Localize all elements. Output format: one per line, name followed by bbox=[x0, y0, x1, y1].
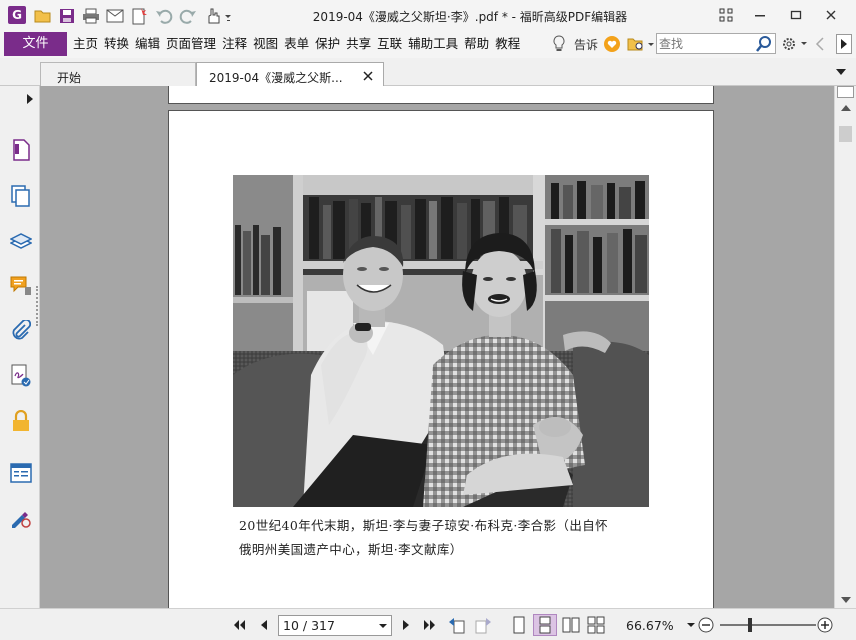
historical-photo bbox=[233, 175, 649, 507]
zoom-slider-thumb[interactable] bbox=[748, 618, 752, 632]
ribbon-forward-icon[interactable] bbox=[836, 34, 852, 54]
menu-view[interactable]: 视图 bbox=[250, 32, 281, 56]
tab-start-label: 开始 bbox=[57, 71, 82, 85]
title-bar: G 2019-04《漫威之父斯坦·李》.pdf * - 福昕高级PDF编辑器 bbox=[0, 0, 856, 32]
continuous-view-icon[interactable] bbox=[533, 614, 557, 636]
document-view[interactable]: 20世纪40年代末期，斯坦·李与妻子琼安·布科克·李合影（出自怀 俄明州美国遗产… bbox=[40, 86, 834, 608]
page-dropdown-icon[interactable] bbox=[379, 623, 387, 629]
single-page-view-icon[interactable] bbox=[510, 616, 528, 634]
caption-line-1: 20世纪40年代末期，斯坦·李与妻子琼安·布科克·李合影（出自怀 bbox=[239, 518, 609, 533]
page-thumbnails-icon[interactable] bbox=[9, 184, 33, 208]
tab-strip: 开始 2019-04《漫威之父斯... bbox=[0, 58, 856, 87]
menu-accessibility[interactable]: 辅助工具 bbox=[405, 32, 461, 56]
vertical-scrollbar[interactable] bbox=[834, 86, 856, 608]
menu-convert[interactable]: 转换 bbox=[101, 32, 132, 56]
menu-edit[interactable]: 编辑 bbox=[132, 32, 163, 56]
menu-items: 主页 转换 编辑 页面管理 注释 视图 表单 保护 共享 互联 辅助工具 帮助 … bbox=[70, 32, 523, 56]
zoom-slider[interactable] bbox=[720, 624, 816, 626]
menu-protect[interactable]: 保护 bbox=[312, 32, 343, 56]
caption-line-2: 俄明州美国遗产中心，斯坦·李文献库） bbox=[239, 542, 463, 557]
menu-organize[interactable]: 页面管理 bbox=[163, 32, 219, 56]
maximize-icon[interactable] bbox=[786, 5, 806, 25]
scroll-up-icon[interactable] bbox=[841, 104, 851, 112]
tab-close-icon[interactable] bbox=[363, 71, 373, 81]
last-page-icon[interactable] bbox=[421, 616, 439, 634]
feedback-heart-icon[interactable] bbox=[603, 35, 621, 53]
search-input[interactable] bbox=[659, 35, 755, 52]
tab-document[interactable]: 2019-04《漫威之父斯... bbox=[196, 62, 384, 87]
status-bar: 10 / 317 66.67% bbox=[0, 608, 856, 640]
minimize-icon[interactable] bbox=[750, 5, 770, 25]
facing-view-icon[interactable] bbox=[562, 616, 580, 634]
tab-document-label: 2019-04《漫威之父斯... bbox=[209, 71, 343, 85]
hand-tool-dropdown[interactable] bbox=[204, 7, 236, 25]
email-icon[interactable] bbox=[106, 7, 124, 25]
security-lock-icon[interactable] bbox=[9, 409, 33, 433]
pdf-page[interactable]: 20世纪40年代末期，斯坦·李与妻子琼安·布科克·李合影（出自怀 俄明州美国遗产… bbox=[168, 110, 714, 608]
redo-icon[interactable] bbox=[179, 7, 197, 25]
menu-share[interactable]: 共享 bbox=[343, 32, 374, 56]
previous-view-icon[interactable] bbox=[448, 616, 466, 634]
new-document-icon[interactable] bbox=[130, 7, 148, 25]
window-title: 2019-04《漫威之父斯坦·李》.pdf * - 福昕高级PDF编辑器 bbox=[312, 10, 628, 24]
undo-icon[interactable] bbox=[155, 7, 173, 25]
comments-icon[interactable] bbox=[9, 274, 33, 298]
scroll-split-icon[interactable] bbox=[837, 86, 854, 98]
scroll-thumb[interactable] bbox=[839, 126, 852, 142]
content-panel-icon[interactable] bbox=[9, 461, 33, 485]
menu-home[interactable]: 主页 bbox=[70, 32, 101, 56]
page-number-selector[interactable]: 10 / 317 bbox=[278, 615, 392, 636]
zoom-value[interactable]: 66.67% bbox=[626, 618, 674, 633]
bookmark-icon[interactable] bbox=[9, 138, 33, 162]
page-number-value[interactable]: 10 / 317 bbox=[283, 618, 335, 633]
panel-expand-icon[interactable] bbox=[26, 94, 34, 104]
attachment-icon[interactable] bbox=[9, 319, 33, 343]
next-view-icon[interactable] bbox=[474, 616, 492, 634]
menu-tutorial[interactable]: 教程 bbox=[492, 32, 523, 56]
menu-comment[interactable]: 注释 bbox=[219, 32, 250, 56]
print-icon[interactable] bbox=[82, 7, 100, 25]
save-icon[interactable] bbox=[58, 7, 76, 25]
photo-caption: 20世纪40年代末期，斯坦·李与妻子琼安·布科克·李合影（出自怀 俄明州美国遗产… bbox=[239, 514, 659, 562]
panel-resize-handle[interactable] bbox=[36, 286, 38, 326]
signature-panel-icon[interactable] bbox=[9, 364, 33, 388]
ribbon-back-icon[interactable] bbox=[815, 37, 825, 51]
menu-connect[interactable]: 互联 bbox=[374, 32, 405, 56]
open-folder-icon[interactable] bbox=[34, 7, 52, 25]
zoom-in-icon[interactable] bbox=[816, 616, 834, 634]
lightbulb-icon[interactable] bbox=[552, 35, 566, 53]
search-icon[interactable] bbox=[755, 35, 773, 53]
navigation-panel bbox=[0, 86, 40, 608]
menu-file[interactable]: 文件 bbox=[4, 32, 67, 56]
menu-form[interactable]: 表单 bbox=[281, 32, 312, 56]
search-box[interactable] bbox=[656, 33, 776, 54]
app-logo[interactable]: G bbox=[8, 6, 26, 24]
certificate-pen-icon[interactable] bbox=[9, 506, 33, 530]
next-page-icon[interactable] bbox=[397, 616, 415, 634]
first-page-icon[interactable] bbox=[230, 616, 248, 634]
previous-page-icon[interactable] bbox=[255, 616, 273, 634]
ribbon-display-icon[interactable] bbox=[716, 5, 736, 25]
tell-me-label[interactable]: 告诉 bbox=[574, 36, 598, 53]
continuous-facing-view-icon[interactable] bbox=[587, 616, 605, 634]
scroll-down-icon[interactable] bbox=[841, 596, 851, 604]
close-icon[interactable] bbox=[821, 5, 841, 25]
previous-page-edge bbox=[168, 86, 714, 104]
tab-start[interactable]: 开始 bbox=[40, 62, 196, 87]
settings-gear-icon[interactable] bbox=[781, 36, 809, 52]
layers-icon[interactable] bbox=[9, 229, 33, 253]
zoom-out-icon[interactable] bbox=[697, 616, 715, 634]
find-in-folder-icon[interactable] bbox=[627, 35, 655, 53]
tab-list-dropdown-icon[interactable] bbox=[836, 68, 846, 76]
menu-bar: 文件 主页 转换 编辑 页面管理 注释 视图 表单 保护 共享 互联 辅助工具 … bbox=[0, 32, 856, 58]
menu-help[interactable]: 帮助 bbox=[461, 32, 492, 56]
